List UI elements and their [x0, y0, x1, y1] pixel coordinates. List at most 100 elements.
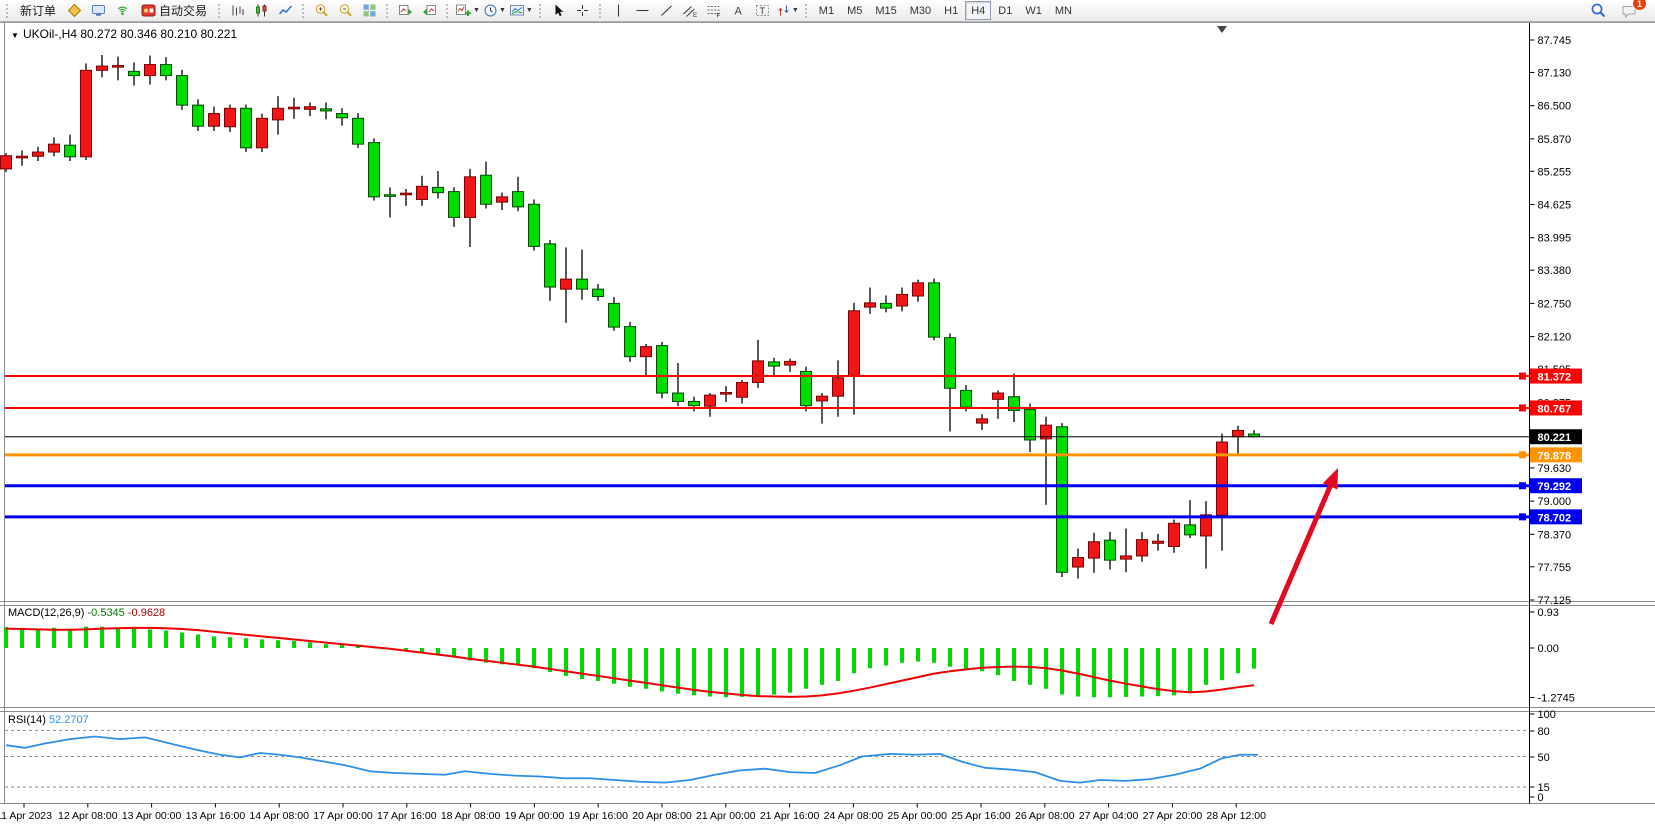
macd-histogram-bar [788, 648, 792, 693]
time-tick-label: 24 Apr 08:00 [824, 810, 884, 822]
macd-histogram-bar [948, 648, 952, 667]
toolbar-grip[interactable] [5, 3, 10, 19]
chart-canvas[interactable]: 87.74587.13086.50085.87085.25584.62583.9… [0, 0, 1655, 826]
text-button[interactable]: A [727, 0, 750, 21]
macd-histogram-bar [212, 636, 216, 648]
candle-body [97, 66, 108, 70]
candle-body [881, 303, 892, 308]
arrows-objects-button[interactable]: ▼ [775, 0, 800, 21]
channel-icon: E [682, 3, 698, 18]
tf-m30-button[interactable]: M30 [904, 1, 937, 20]
price-tag-label: 80.767 [1538, 403, 1572, 415]
trendline-button[interactable] [655, 0, 678, 21]
symbol-collapse-icon: ▼ [11, 31, 19, 40]
periods-button[interactable]: ▼ [482, 0, 507, 21]
zoom-in-button[interactable] [310, 0, 333, 21]
candlestick-chart-button[interactable] [250, 0, 273, 21]
toolbar-grip[interactable] [301, 3, 306, 19]
line-anchor-handle[interactable] [1519, 513, 1526, 520]
new-order-button[interactable]: 新订单 [14, 0, 62, 21]
toolbar-grip[interactable] [538, 3, 543, 19]
indicators-button[interactable]: ▼ [454, 0, 481, 21]
toolbar-grip[interactable] [804, 3, 809, 19]
templates-button[interactable]: ▼ [508, 0, 534, 21]
tf-h4-button[interactable]: H4 [965, 1, 991, 20]
terminal-button[interactable] [87, 0, 110, 21]
auto-scroll-button[interactable] [394, 0, 417, 21]
bar-chart-button[interactable] [226, 0, 249, 21]
horizontal-line-icon [635, 3, 650, 18]
tf-h1-button[interactable]: H1 [938, 1, 964, 20]
trendline-icon [659, 3, 674, 18]
toolbar-grip[interactable] [445, 3, 450, 19]
fibonacci-icon: F [706, 3, 722, 18]
candle-body [833, 378, 844, 396]
candle-body [721, 393, 732, 395]
svg-text:F: F [717, 13, 721, 19]
equidistant-channel-button[interactable]: E [679, 0, 702, 21]
chevron-down-icon: ▼ [792, 7, 799, 14]
cursor-button[interactable] [547, 0, 570, 21]
chevron-down-icon: ▼ [473, 7, 480, 14]
time-tick-label: 12 Apr 08:00 [58, 810, 118, 822]
text-label-button[interactable]: T [751, 0, 774, 21]
candle-body [497, 197, 508, 202]
candle-body [1105, 540, 1116, 560]
price-tick-label: 86.500 [1538, 101, 1572, 113]
svg-text:A: A [734, 6, 742, 18]
line-chart-button[interactable] [274, 0, 297, 21]
toolbar-grip[interactable] [385, 3, 390, 19]
toolbar-grip[interactable] [217, 3, 222, 19]
candle-body [161, 65, 172, 76]
macd-histogram-bar [324, 644, 328, 648]
search-icon [1590, 2, 1607, 19]
candle-body [993, 393, 1004, 399]
macd-histogram-bar [20, 628, 24, 648]
candle-body [273, 108, 284, 120]
tf-d1-button[interactable]: D1 [992, 1, 1018, 20]
candle-body [1073, 558, 1084, 567]
tf-w1-button[interactable]: W1 [1019, 1, 1048, 20]
candle-body [689, 401, 700, 405]
candle-body [609, 303, 620, 327]
chart-shift-button[interactable] [418, 0, 441, 21]
macd-histogram-bar [916, 648, 920, 662]
zoom-in-icon [314, 3, 329, 18]
zoom-out-button[interactable] [334, 0, 357, 21]
autotrading-button[interactable]: 自动交易 [135, 0, 213, 21]
time-tick-label: 25 Apr 00:00 [887, 810, 947, 822]
macd-histogram-bar [532, 648, 536, 668]
candle-body [417, 186, 428, 199]
time-tick-label: 17 Apr 00:00 [313, 810, 373, 822]
search-button[interactable] [1587, 0, 1610, 21]
line-anchor-handle[interactable] [1519, 373, 1526, 380]
candle-body [913, 283, 924, 296]
macd-histogram-bar [308, 642, 312, 648]
toolbar-grip[interactable] [598, 3, 603, 19]
horizontal-line-button[interactable] [631, 0, 654, 21]
candle-body [593, 289, 604, 296]
fibonacci-button[interactable]: F [703, 0, 726, 21]
signal-button[interactable] [111, 0, 134, 21]
market-diamond-button[interactable] [63, 0, 86, 21]
macd-histogram-bar [692, 648, 696, 695]
macd-histogram-bar [772, 648, 776, 695]
candle-body [657, 346, 668, 393]
tile-windows-button[interactable] [358, 0, 381, 21]
crosshair-button[interactable] [571, 0, 594, 21]
price-tick-label: 87.745 [1538, 35, 1572, 47]
text-label-icon: T [755, 3, 770, 18]
candle-body [977, 419, 988, 423]
macd-histogram-bar [740, 648, 744, 697]
line-anchor-handle[interactable] [1519, 451, 1526, 458]
tf-m5-button[interactable]: M5 [841, 1, 868, 20]
vertical-line-button[interactable] [607, 0, 630, 21]
notifications-button[interactable]: 1 [1618, 0, 1641, 21]
time-tick-label: 17 Apr 16:00 [377, 810, 437, 822]
tf-m15-button[interactable]: M15 [869, 1, 902, 20]
tf-m1-button[interactable]: M1 [813, 1, 840, 20]
line-anchor-handle[interactable] [1519, 404, 1526, 411]
line-anchor-handle[interactable] [1519, 482, 1526, 489]
candle-body [145, 65, 156, 76]
tf-mn-button[interactable]: MN [1049, 1, 1078, 20]
